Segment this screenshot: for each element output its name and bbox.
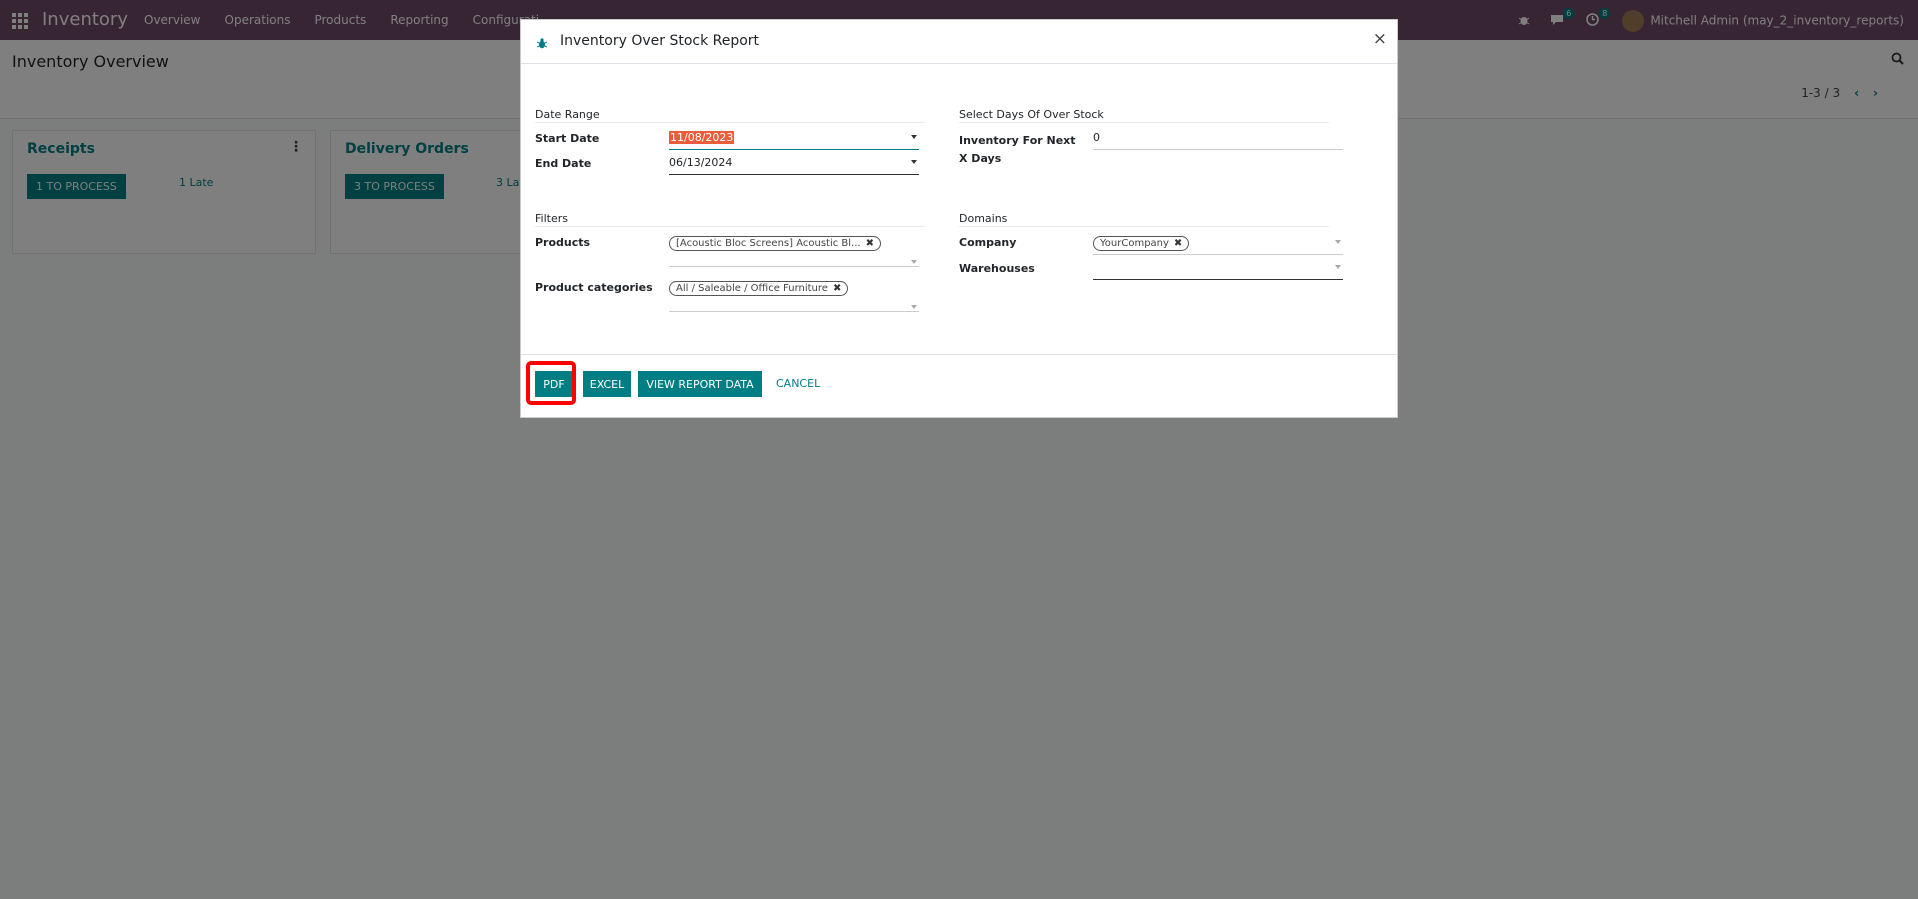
warehouses-input[interactable] — [1093, 261, 1343, 280]
modal-header: Inventory Over Stock Report × — [521, 20, 1397, 64]
product-categories-input[interactable] — [669, 301, 919, 312]
warehouses-label: Warehouses — [959, 262, 1035, 275]
modal-footer: PDF EXCEL VIEW REPORT DATA CANCEL — [521, 354, 1397, 417]
cancel-button[interactable]: CANCEL — [776, 377, 820, 390]
company-input[interactable] — [1093, 236, 1343, 255]
category-tag-label: All / Saleable / Office Furniture — [676, 283, 828, 294]
product-categories-label: Product categories — [535, 281, 653, 294]
report-dialog: Inventory Over Stock Report × Date Range… — [520, 19, 1398, 418]
view-report-data-button[interactable]: VIEW REPORT DATA — [638, 371, 762, 397]
modal-title: Inventory Over Stock Report — [560, 33, 760, 49]
chevron-down-icon[interactable] — [911, 135, 917, 139]
date-range-label: Date Range — [535, 108, 600, 121]
section-divider — [959, 226, 1329, 227]
remove-tag-icon[interactable]: ✖ — [866, 238, 874, 249]
chevron-down-icon[interactable] — [911, 160, 917, 164]
end-date-input[interactable]: 06/13/2024 — [669, 156, 919, 175]
bug-icon — [536, 34, 548, 53]
inventory-next-days-label: Inventory For Next X Days — [959, 134, 1076, 165]
chevron-down-icon[interactable] — [1335, 240, 1341, 244]
section-divider — [959, 122, 1329, 123]
company-label: Company — [959, 236, 1017, 249]
product-tag: [Acoustic Bloc Screens] Acoustic Bl... ✖ — [669, 236, 881, 251]
products-input[interactable] — [669, 256, 919, 267]
pdf-button-highlight — [526, 361, 576, 405]
products-label: Products — [535, 236, 591, 249]
section-divider — [535, 122, 925, 123]
select-days-label: Select Days Of Over Stock — [959, 108, 1104, 121]
end-date-value: 06/13/2024 — [669, 156, 733, 169]
close-icon[interactable]: × — [1373, 29, 1387, 49]
excel-button[interactable]: EXCEL — [583, 371, 631, 397]
category-tag: All / Saleable / Office Furniture ✖ — [669, 281, 849, 296]
start-date-input[interactable]: 11/08/2023 — [669, 131, 919, 150]
chevron-down-icon[interactable] — [911, 305, 917, 309]
chevron-down-icon[interactable] — [911, 260, 917, 264]
start-date-label: Start Date — [535, 132, 600, 145]
filters-label: Filters — [535, 212, 568, 225]
product-tag-label: [Acoustic Bloc Screens] Acoustic Bl... — [676, 238, 861, 249]
chevron-down-icon[interactable] — [1335, 265, 1341, 269]
inventory-next-days-input[interactable]: 0 — [1093, 131, 1343, 150]
domains-label: Domains — [959, 212, 1008, 225]
start-date-value: 11/08/2023 — [669, 131, 735, 144]
remove-tag-icon[interactable]: ✖ — [833, 283, 841, 294]
section-divider — [535, 226, 925, 227]
end-date-label: End Date — [535, 157, 592, 170]
